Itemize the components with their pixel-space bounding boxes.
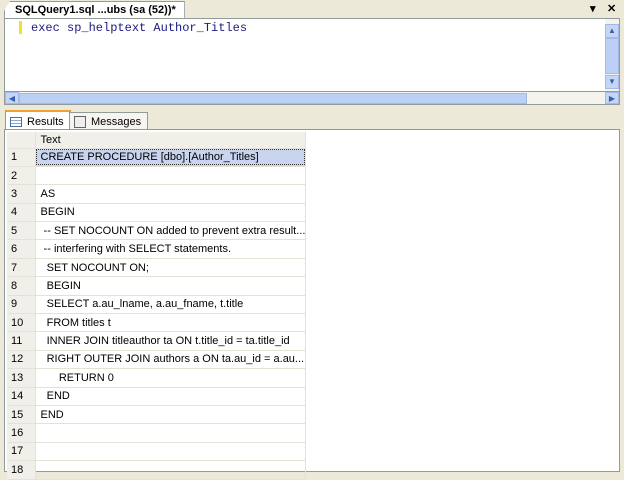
window-dropdown-icon[interactable]: ▾ [590, 2, 596, 15]
row-number[interactable]: 8 [7, 276, 36, 296]
table-row[interactable]: 6 -- interfering with SELECT statements. [7, 239, 307, 259]
text-cell[interactable]: FROM titles t [35, 313, 307, 333]
tab-label: Messages [91, 116, 142, 128]
row-number[interactable]: 13 [7, 368, 36, 388]
text-cell[interactable]: RETURN 0 [35, 368, 307, 388]
scroll-thumb[interactable] [19, 93, 527, 104]
row-number[interactable]: 5 [7, 221, 36, 241]
text-cell[interactable]: BEGIN [35, 203, 307, 223]
row-number[interactable]: 15 [7, 405, 36, 425]
table-row[interactable]: 5 -- SET NOCOUNT ON added to prevent ext… [7, 221, 307, 241]
scroll-up-icon[interactable]: ▲ [605, 24, 619, 38]
table-row[interactable]: 16 [7, 423, 307, 443]
row-number[interactable]: 11 [7, 331, 36, 351]
horizontal-scrollbar[interactable]: ◀ ▶ [4, 92, 620, 105]
table-row[interactable]: 10 FROM titles t [7, 313, 307, 333]
text-cell[interactable]: AS [35, 184, 307, 204]
tab-messages[interactable]: Messages [69, 112, 149, 129]
row-number[interactable]: 17 [7, 442, 36, 462]
table-row[interactable]: 8 BEGIN [7, 276, 307, 296]
row-number[interactable]: 9 [7, 295, 36, 315]
text-cell[interactable] [35, 460, 307, 480]
close-icon[interactable]: ✕ [607, 2, 616, 15]
row-number[interactable]: 16 [7, 423, 36, 443]
text-cell[interactable]: SET NOCOUNT ON; [35, 258, 307, 278]
text-cell[interactable] [35, 442, 307, 462]
table-row[interactable]: 12 RIGHT OUTER JOIN authors a ON ta.au_i… [7, 350, 307, 370]
row-number[interactable]: 3 [7, 184, 36, 204]
table-row[interactable]: 18 [7, 460, 307, 480]
table-row[interactable]: 7 SET NOCOUNT ON; [7, 258, 307, 278]
text-cell[interactable]: END [35, 405, 307, 425]
row-number[interactable]: 1 [7, 148, 36, 167]
table-row[interactable]: 13 RETURN 0 [7, 368, 307, 388]
table-row[interactable]: 3 AS [7, 184, 307, 204]
table-row[interactable]: 4 BEGIN [7, 203, 307, 223]
table-row[interactable]: 11 INNER JOIN titleauthor ta ON t.title_… [7, 331, 307, 351]
text-cell[interactable]: BEGIN [35, 276, 307, 296]
row-number[interactable]: 6 [7, 239, 36, 259]
text-cell[interactable]: INNER JOIN titleauthor ta ON t.title_id … [35, 331, 307, 351]
document-tab[interactable]: SQLQuery1.sql ...ubs (sa (52))* [4, 1, 185, 18]
tab-results[interactable]: Results [5, 110, 71, 129]
row-number[interactable]: 4 [7, 203, 36, 223]
text-cell[interactable] [35, 423, 307, 443]
text-cell[interactable]: -- interfering with SELECT statements. [35, 239, 307, 259]
scroll-left-icon[interactable]: ◀ [5, 92, 19, 104]
table-row[interactable]: 14 END [7, 387, 307, 406]
text-cell[interactable]: SELECT a.au_lname, a.au_fname, t.title [35, 295, 307, 315]
scroll-down-icon[interactable]: ▼ [605, 75, 619, 89]
row-number[interactable]: 18 [7, 460, 36, 480]
change-marker [19, 21, 22, 34]
vertical-scrollbar[interactable]: ▲ ▼ [605, 19, 619, 91]
table-row[interactable]: 17 [7, 442, 307, 462]
table-row[interactable]: 9 SELECT a.au_lname, a.au_fname, t.title [7, 295, 307, 315]
table-row[interactable]: 2 [7, 166, 307, 186]
row-number[interactable]: 2 [7, 166, 36, 186]
text-cell[interactable]: END [35, 387, 307, 406]
results-grid[interactable]: Text 1 CREATE PROCEDURE [dbo].[Author_Tit… [4, 129, 620, 480]
table-row[interactable]: 15 END [7, 405, 307, 425]
row-number[interactable]: 12 [7, 350, 36, 370]
text-cell[interactable] [35, 166, 307, 186]
row-number[interactable]: 14 [7, 387, 36, 406]
query-editor[interactable]: exec sp_helptext Author_Titles ▲ ▼ [4, 18, 620, 92]
row-number[interactable]: 10 [7, 313, 36, 333]
row-number[interactable]: 7 [7, 258, 36, 278]
query-text[interactable]: exec sp_helptext Author_Titles [31, 21, 247, 35]
text-cell[interactable]: -- SET NOCOUNT ON added to prevent extra… [35, 221, 307, 241]
scroll-thumb[interactable] [605, 38, 619, 74]
text-cell[interactable]: CREATE PROCEDURE [dbo].[Author_Titles] [35, 148, 307, 167]
grid-icon [10, 116, 22, 127]
messages-icon [74, 116, 86, 128]
scroll-right-icon[interactable]: ▶ [605, 92, 619, 104]
text-cell[interactable]: RIGHT OUTER JOIN authors a ON ta.au_id =… [35, 350, 307, 370]
table-row[interactable]: 1 CREATE PROCEDURE [dbo].[Author_Titles] [7, 148, 307, 167]
row-header-corner [7, 132, 36, 149]
column-header-text[interactable]: Text [35, 132, 307, 149]
tab-label: Results [27, 115, 64, 128]
